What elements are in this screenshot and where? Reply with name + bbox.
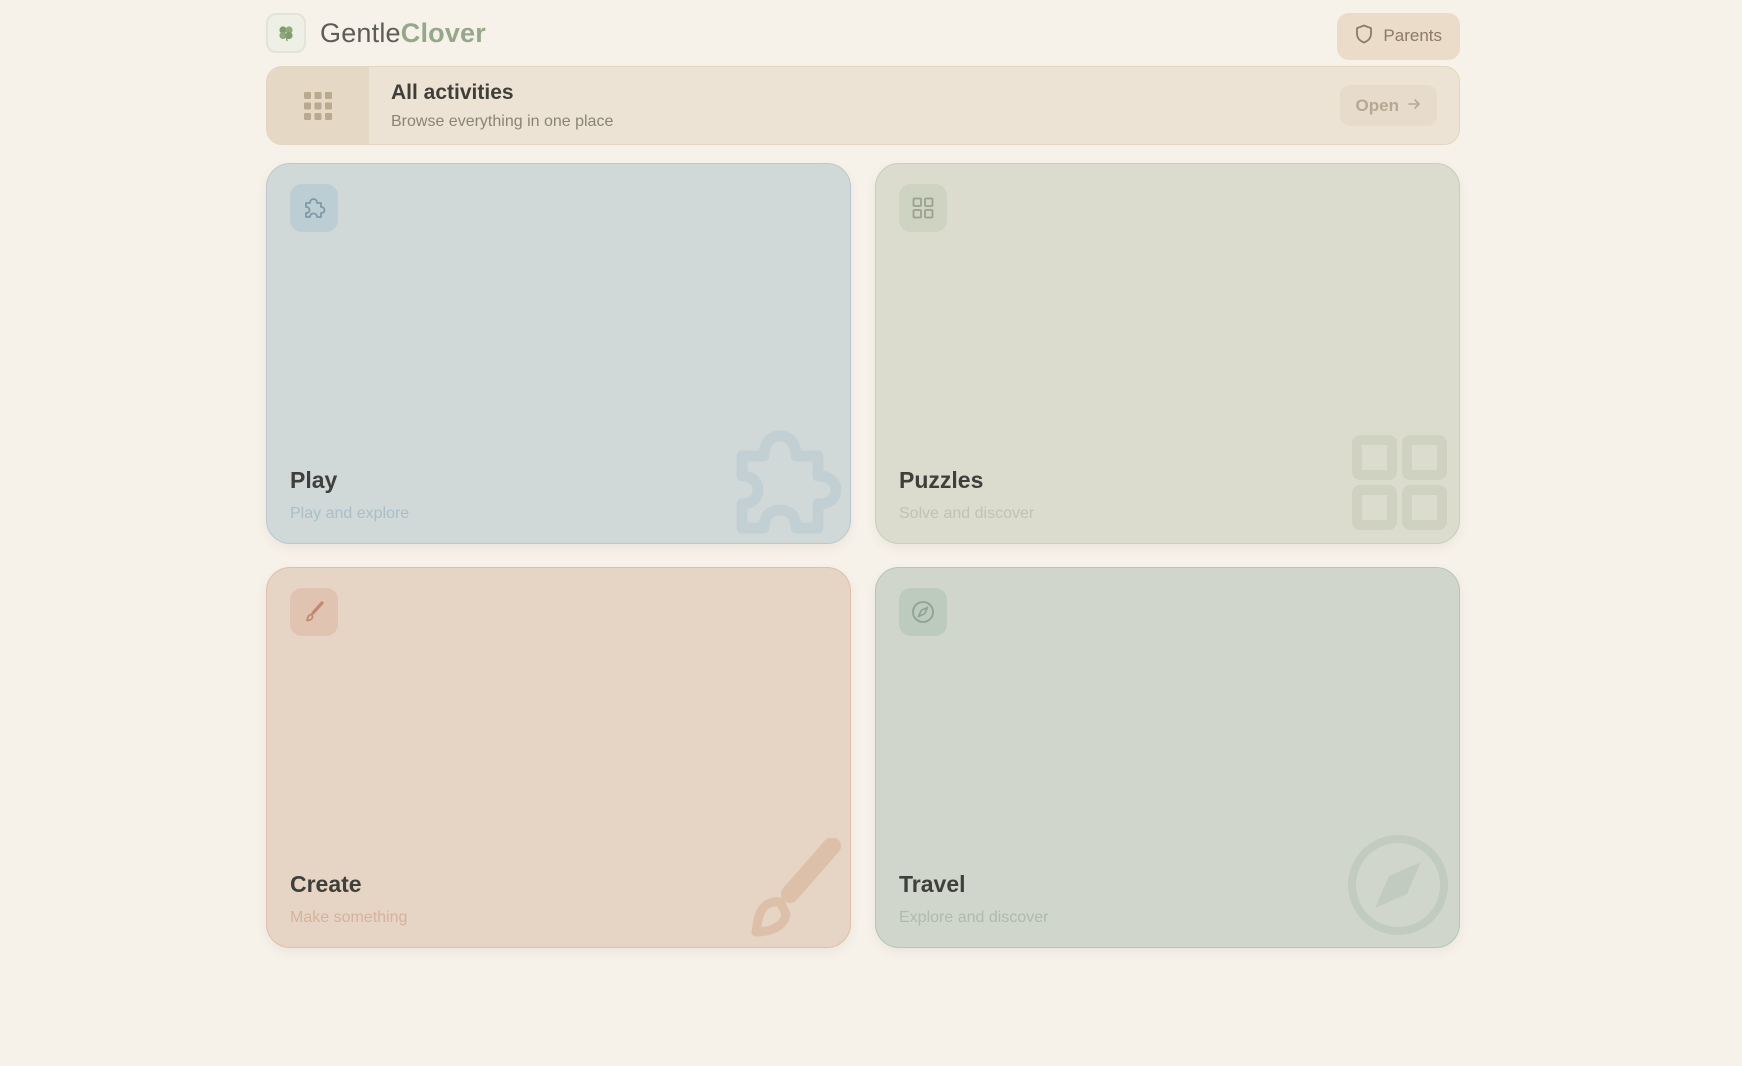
brand-name-second: Clover <box>400 17 486 48</box>
card-title: Travel <box>899 871 966 897</box>
card-create[interactable]: Create Make something <box>266 567 851 948</box>
card-subtitle: Make something <box>290 909 408 926</box>
puzzle-icon <box>290 184 338 232</box>
brush-background-icon <box>738 837 842 943</box>
parents-label: Parents <box>1383 26 1442 45</box>
banner-subtitle: Browse everything in one place <box>391 112 614 130</box>
puzzle-background-icon <box>732 430 842 539</box>
brand[interactable]: GentleClover <box>266 13 486 53</box>
card-subtitle: Play and explore <box>290 505 410 522</box>
card-title: Play <box>290 467 338 493</box>
card-title: Puzzles <box>899 467 984 493</box>
arrow-right-icon <box>1407 96 1421 116</box>
card-travel[interactable]: Travel Explore and discover <box>875 567 1460 948</box>
open-button[interactable]: Open <box>1339 85 1437 126</box>
clover-icon <box>266 13 306 53</box>
card-subtitle: Solve and discover <box>899 505 1035 522</box>
activity-grid: Play Play and explore Puzzles Solve and … <box>266 163 1460 948</box>
compass-icon <box>899 588 947 636</box>
card-puzzles[interactable]: Puzzles Solve and discover <box>875 163 1460 544</box>
grid-dots-icon <box>267 67 369 144</box>
open-label: Open <box>1355 95 1399 115</box>
brand-name: GentleClover <box>320 18 486 49</box>
header: GentleClover Parents <box>266 0 1460 66</box>
grid-background-icon <box>1351 434 1451 539</box>
app-root: GentleClover Parents All activities Brow… <box>266 0 1460 948</box>
card-play[interactable]: Play Play and explore <box>266 163 851 544</box>
brand-name-first: Gentle <box>320 17 401 48</box>
all-activities-banner[interactable]: All activities Browse everything in one … <box>266 66 1460 145</box>
banner-text: All activities Browse everything in one … <box>369 81 1340 131</box>
compass-background-icon <box>1345 832 1451 943</box>
card-subtitle: Explore and discover <box>899 909 1049 926</box>
card-title: Create <box>290 871 362 897</box>
banner-title: All activities <box>391 80 514 104</box>
parents-button[interactable]: Parents <box>1337 12 1460 60</box>
brush-icon <box>290 588 338 636</box>
shield-icon <box>1355 24 1373 49</box>
grid-icon <box>899 184 947 232</box>
